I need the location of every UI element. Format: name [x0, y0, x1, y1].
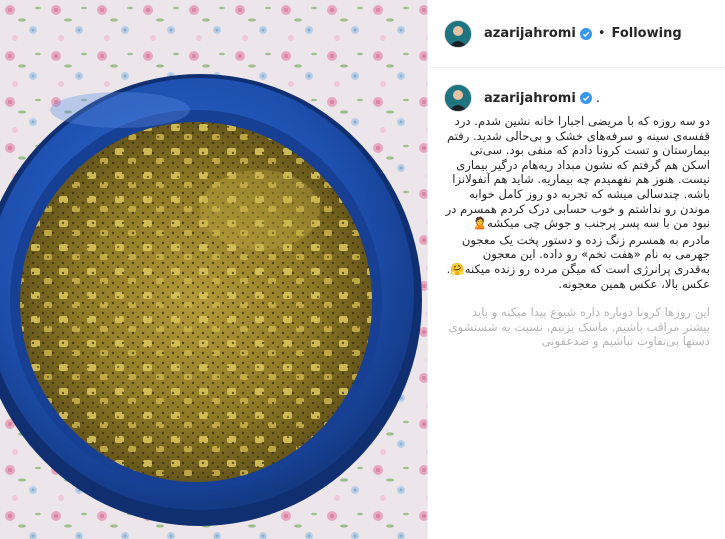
caption-paragraph-3: این روزها کرونا دوباره داره شیوع پیدا می…: [448, 305, 710, 349]
caption-trailing-dot: .: [595, 90, 600, 106]
verified-badge-icon: [579, 27, 592, 40]
post-side-panel: azarijahromi • Following azarijahromi . …: [427, 0, 725, 539]
instagram-post: azarijahromi • Following azarijahromi . …: [0, 0, 725, 539]
caption-head: azarijahromi .: [444, 84, 710, 112]
caption-verified-icon: [579, 92, 592, 104]
caption-paragraph-2: مادرم به همسرم زنگ زده و دستور پخت یک مع…: [446, 232, 710, 291]
caption-fade-overlay: [428, 409, 725, 539]
soup-pot-image: [0, 0, 427, 539]
following-button[interactable]: Following: [611, 26, 681, 41]
caption-username[interactable]: azarijahromi: [484, 91, 576, 106]
author-username[interactable]: azarijahromi: [484, 26, 576, 41]
caption-paragraph-1: دو سه روزه که با مریضی اجبارا خانه نشین …: [445, 114, 710, 231]
post-photo[interactable]: [0, 0, 427, 539]
post-header: azarijahromi • Following: [428, 0, 725, 68]
caption-avatar[interactable]: [444, 84, 472, 112]
header-separator: •: [597, 26, 606, 41]
caption-comment: azarijahromi . دو سه روزه که با مریضی اج…: [428, 68, 725, 349]
author-avatar[interactable]: [444, 19, 472, 48]
